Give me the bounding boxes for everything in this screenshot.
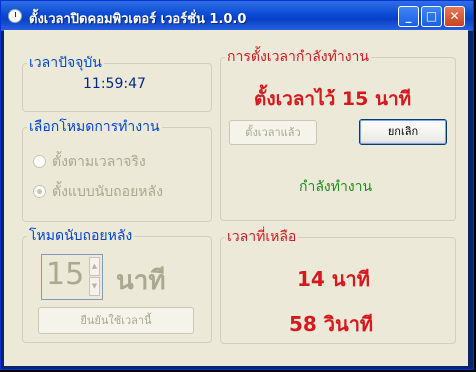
close-button[interactable]: ✕	[444, 6, 465, 27]
remaining-seconds: 58 วินาที	[289, 312, 374, 336]
minimize-button[interactable]: _	[398, 6, 419, 27]
current-time-value: 11:59:47	[83, 76, 146, 92]
remaining-legend: เวลาที่เหลือ	[227, 229, 297, 245]
confirm-time-button[interactable]: ยืนยันใช้เวลานี้	[38, 307, 194, 334]
countdown-mode-label: ตั้งแบบนับถอยหลัง	[52, 184, 163, 200]
cancel-button[interactable]: ยกเลิก	[359, 119, 447, 145]
countdown-mode-radio[interactable]	[33, 185, 46, 198]
time-set-button[interactable]: ตั้งเวลาแล้ว	[229, 120, 317, 145]
current-time-legend: เวลาปัจจุบัน	[29, 55, 102, 71]
realtime-mode-label: ตั้งตามเวลาจริง	[52, 154, 146, 170]
window-title: ตั้งเวลาปิดคอมพิวเตอร์ เวอร์ชั่น 1.0.0	[29, 12, 247, 27]
minutes-unit-label: นาที	[116, 266, 166, 296]
spin-down-icon[interactable]: ▼	[89, 277, 100, 296]
realtime-mode-radio[interactable]	[33, 155, 46, 168]
working-status-text: กำลังทำงาน	[299, 179, 373, 195]
minutes-stepper[interactable]: 15 ▲ ▼	[41, 254, 103, 300]
remaining-minutes: 14 นาที	[297, 267, 370, 291]
title-bar[interactable]: ตั้งเวลาปิดคอมพิวเตอร์ เวอร์ชั่น 1.0.0 _…	[1, 1, 473, 31]
status-legend: การตั้งเวลากำลังทำงาน	[227, 49, 369, 65]
maximize-button[interactable]: □	[421, 6, 442, 27]
minutes-value: 15	[46, 257, 85, 292]
mode-legend: เลือกโหมดการทำงาน	[29, 119, 160, 135]
spin-up-icon[interactable]: ▲	[89, 257, 100, 276]
clock-icon	[8, 9, 22, 23]
set-duration-text: ตั้งเวลาไว้ 15 นาที	[254, 88, 412, 110]
countdown-legend: โหมดนับถอยหลัง	[29, 228, 133, 244]
